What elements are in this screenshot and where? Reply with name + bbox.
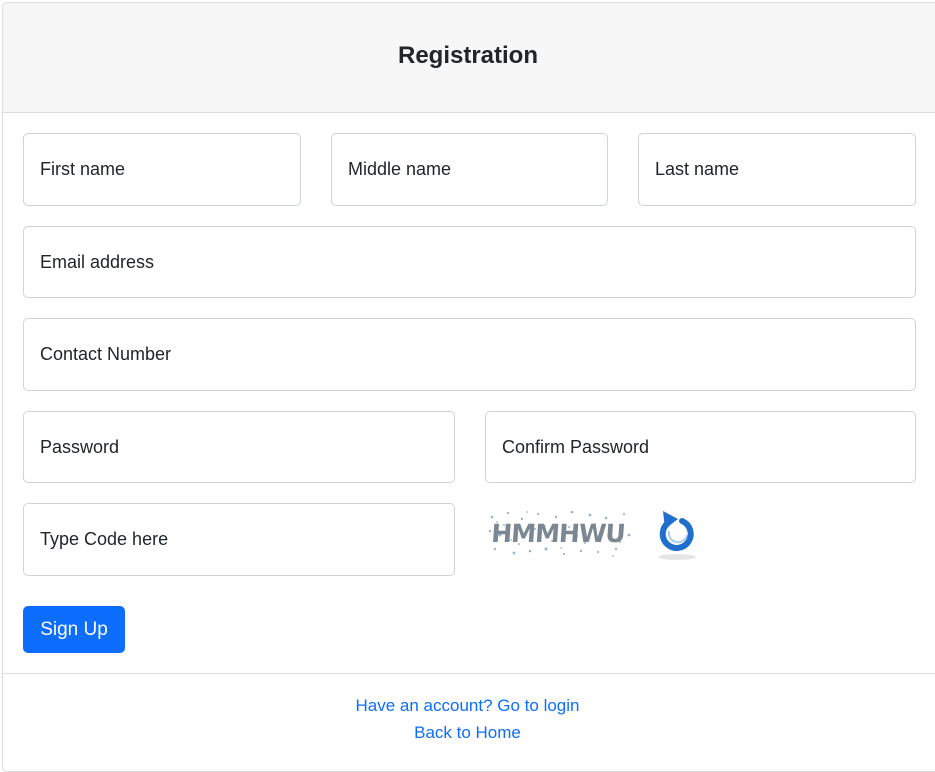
password-input[interactable]: Password (23, 411, 455, 483)
sign-up-button[interactable]: Sign Up (23, 606, 125, 653)
captcha-image: HMMHWU (486, 505, 634, 559)
refresh-icon (658, 511, 696, 560)
captcha-code-placeholder: Type Code here (40, 529, 169, 549)
middle-name-input[interactable]: Middle name (331, 133, 608, 206)
password-placeholder: Password (40, 436, 120, 457)
last-name-placeholder: Last name (655, 159, 740, 179)
page-title: Registration (397, 41, 538, 69)
first-name-placeholder: First name (40, 159, 126, 179)
login-link[interactable]: Have an account? Go to login (0, 696, 935, 716)
email-placeholder: Email address (40, 251, 155, 272)
captcha-code-input[interactable]: Type Code here (23, 503, 455, 576)
email-input[interactable]: Email address (23, 226, 916, 298)
last-name-input[interactable]: Last name (638, 133, 916, 206)
captcha-code: HMMHWU (490, 519, 625, 548)
confirm-password-input[interactable]: Confirm Password (485, 411, 916, 483)
contact-number-input[interactable]: Contact Number (23, 318, 916, 391)
first-name-input[interactable]: First name (23, 133, 301, 206)
refresh-captcha-button[interactable] (653, 507, 701, 563)
middle-name-placeholder: Middle name (348, 159, 452, 179)
card-header: Registration (3, 3, 935, 113)
confirm-password-placeholder: Confirm Password (502, 436, 650, 457)
back-to-home-link[interactable]: Back to Home (0, 723, 935, 743)
contact-number-placeholder: Contact Number (40, 344, 172, 364)
card-footer (2, 673, 935, 768)
